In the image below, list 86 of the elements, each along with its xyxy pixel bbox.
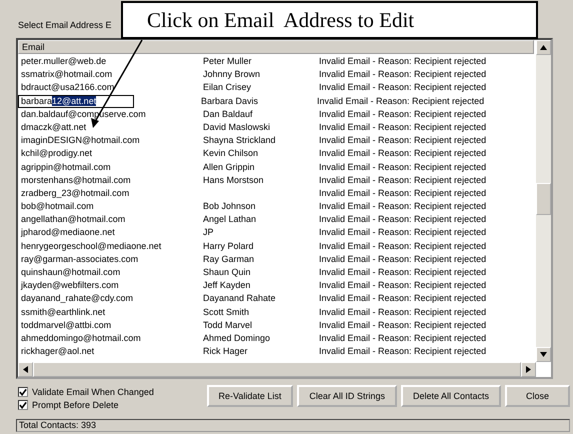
email-cell[interactable]: toddmarvel@attbi.com [18,318,203,332]
name-cell-text: Angel Lathan [203,213,258,226]
name-cell-text: Eilan Crisey [203,81,252,94]
name-cell-text: Johnny Brown [203,68,262,82]
name-cell-text: Bob Johnson [203,200,257,214]
reason-cell: Invalid Email - Reason: Recipient rejected [319,240,486,253]
name-cell-text: Rick Hager [203,345,249,358]
name-cell-text: Hans Morstson [203,174,265,187]
name-cell-text: Kevin Chilson [203,147,260,160]
email-cell[interactable]: jkayden@webfilters.com [18,279,203,292]
scroll-thumb[interactable] [536,183,551,215]
reason-cell-text: Invalid Email - Reason: Recipient rejected [319,292,486,306]
reason-cell: Invalid Email - Reason: Recipient rejected [319,213,486,226]
reason-cell-text: Invalid Email - Reason: Recipient rejected [319,81,486,94]
horizontal-scrollbar[interactable] [18,362,536,377]
left-arrow-icon [23,366,28,373]
down-arrow-icon [540,352,547,357]
reason-cell: Invalid Email - Reason: Recipient rejected [319,279,486,292]
email-cell[interactable]: morstenhans@hotmail.com [18,174,203,187]
vertical-scrollbar[interactable] [536,40,551,362]
reason-cell: Invalid Email - Reason: Recipient rejected [319,108,486,121]
reason-cell: Invalid Email - Reason: Recipient rejected [319,200,486,214]
email-cell[interactable]: zradberg_23@hotmail.com [18,186,203,200]
email-cell[interactable]: bdrauct@usa2166.com [18,81,203,95]
email-cell[interactable]: ssmith@earthlink.net [18,306,203,319]
email-cell[interactable]: kchil@prodigy.net [18,147,203,160]
section-label: Select Email Address E [18,20,112,30]
reason-cell-text: Invalid Email - Reason: Recipient rejected [319,55,486,68]
reason-cell-text: Invalid Email - Reason: Recipient rejected [319,186,486,200]
name-cell-text: Shaun Quin [203,266,252,279]
email-cell[interactable]: angellathan@hotmail.com [18,213,203,226]
name-cell-text: Jeff Kayden [203,279,252,292]
email-cell[interactable]: rickhager@aol.net [18,345,203,358]
email-cell[interactable]: peter.muller@web.de [18,55,203,68]
email-cell[interactable]: ray@garman-associates.com [18,252,203,266]
up-arrow-icon [540,45,547,50]
email-cell[interactable]: dayanand_rahate@cdy.com [18,292,203,306]
reason-cell-text: Invalid Email - Reason: Recipient rejected [319,332,486,345]
action-button[interactable]: Delete All Contacts [400,385,501,407]
email-cell[interactable]: jpharod@mediaone.net [18,226,203,240]
checkbox-label[interactable]: Prompt Before Delete [32,400,119,410]
reason-cell: Invalid Email - Reason: Recipient rejected [317,94,484,108]
name-cell-text: JP [203,226,215,240]
reason-cell: Invalid Email - Reason: Recipient rejected [319,306,486,319]
status-bar: Total Contacts: 393 [16,419,570,432]
action-button[interactable]: Close [505,385,570,407]
checkbox-label[interactable]: Validate Email When Changed [32,387,154,397]
name-cell-text: Harry Polard [203,240,255,253]
reason-cell: Invalid Email - Reason: Recipient rejected [319,174,486,187]
email-cell[interactable]: agrippin@hotmail.com [18,160,203,174]
email-cell[interactable]: ssmatrix@hotmail.com [18,68,203,82]
name-cell-text: Barbara Davis [201,94,260,108]
reason-cell: Invalid Email - Reason: Recipient rejected [319,160,486,174]
reason-cell-text: Invalid Email - Reason: Recipient rejected [319,226,486,240]
email-cell[interactable]: imaginDESIGN@hotmail.com [18,134,203,148]
right-arrow-icon [526,366,531,373]
email-cell[interactable]: bob@hotmail.com [18,200,203,214]
column-header[interactable]: Email [18,40,534,54]
name-cell-text: Todd Marvel [203,318,254,332]
reason-cell-text: Invalid Email - Reason: Recipient rejected [319,120,486,134]
reason-cell: Invalid Email - Reason: Recipient rejected [319,147,486,160]
reason-cell: Invalid Email - Reason: Recipient rejected [319,318,486,332]
name-cell-text: Ray Garman [203,252,256,266]
checkbox[interactable] [18,400,28,410]
email-edit-field[interactable]: barbara12@att.net [18,94,134,108]
email-cell[interactable]: henrygeorgeschool@mediaone.net [18,240,203,253]
name-cell-text: Allen Grippin [203,160,256,174]
reason-cell: Invalid Email - Reason: Recipient rejected [319,345,486,358]
callout-box: Click on Email Address to Edit [121,1,538,39]
name-cell-text: Dan Baldauf [203,108,254,121]
reason-cell: Invalid Email - Reason: Recipient rejected [319,252,486,266]
action-button[interactable]: Re-Validate List [206,385,294,407]
checkbox[interactable] [18,387,28,397]
email-cell[interactable]: quinshaun@hotmail.com [18,266,203,280]
name-cell-text: Peter Muller [203,55,253,68]
name-cell-text: Shayna Strickland [203,134,277,148]
email-cell[interactable]: ahmeddomingo@hotmail.com [18,332,203,346]
action-button[interactable]: Clear All ID Strings [297,385,397,407]
name-cell-text: David Maslowski [203,120,272,134]
email-cell[interactable]: dmaczk@att.net [18,120,203,134]
name-cell-text: Scott Smith [203,306,250,319]
reason-cell: Invalid Email - Reason: Recipient rejected [319,134,486,148]
name-cell-text: Ahmed Domingo [203,332,272,345]
reason-cell-text: Invalid Email - Reason: Recipient rejected [319,266,486,279]
name-cell-text: Dayanand Rahate [203,292,277,306]
reason-cell: Invalid Email - Reason: Recipient rejected [319,68,486,82]
